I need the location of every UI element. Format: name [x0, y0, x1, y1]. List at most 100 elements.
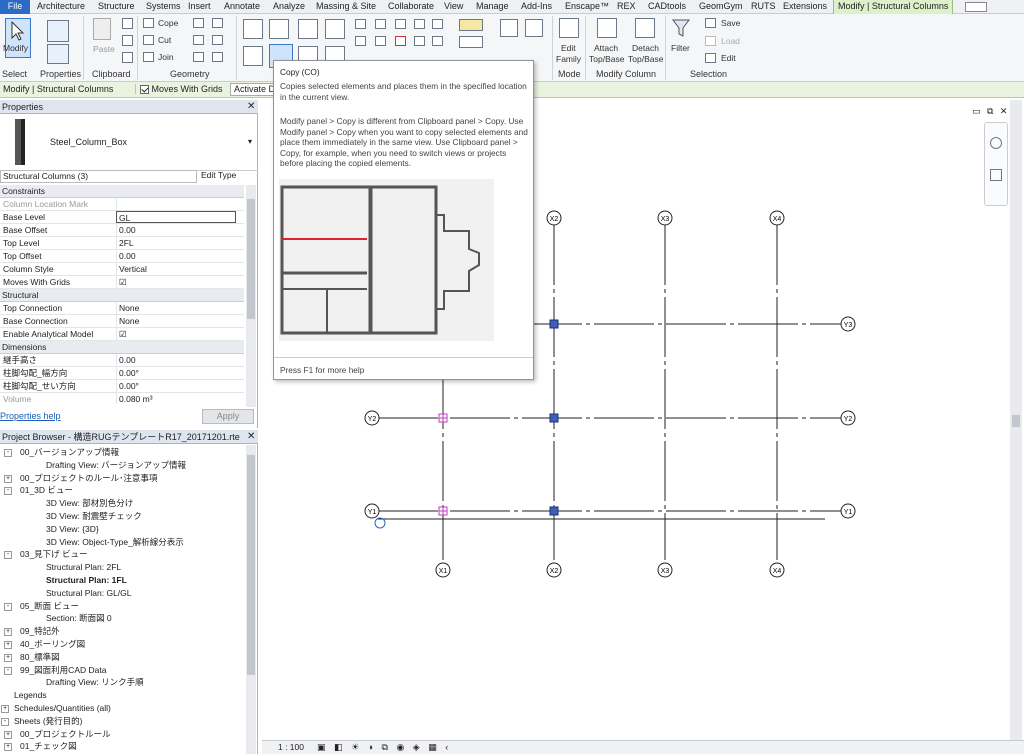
scale-icon[interactable]	[375, 36, 386, 46]
browser-tree-item[interactable]: 00_プロジェクトルール	[20, 729, 111, 740]
tree-toggle-icon[interactable]: +	[4, 730, 12, 739]
property-value[interactable]: None	[116, 302, 236, 314]
view-control-icons[interactable]: ▣ ◧ ☀ ◑ ⧉ ◉ ◈ ▦ ‹	[317, 741, 451, 754]
browser-tree-item[interactable]: 05_断面 ビュー	[20, 601, 79, 612]
property-row[interactable]: Top Offset 0.00	[0, 250, 244, 263]
edit-family-label-2[interactable]: Family	[556, 54, 581, 64]
tab-modify-structural-columns[interactable]: Modify | Structural Columns	[833, 0, 954, 14]
property-row[interactable]: Base Connection None	[0, 315, 244, 328]
edit-selection-label[interactable]: Edit	[721, 53, 736, 63]
split-element-icon[interactable]	[355, 19, 366, 29]
create-parts-icon[interactable]	[432, 19, 443, 29]
browser-tree-item[interactable]: 03_見下げ ビュー	[20, 549, 88, 560]
tab-architecture[interactable]: Architecture	[37, 0, 85, 14]
filter-icon[interactable]	[671, 18, 691, 38]
tree-toggle-icon[interactable]: -	[4, 551, 12, 560]
property-row[interactable]: 柱脚勾配_幅方向 0.00°	[0, 367, 244, 380]
tab-geomgym[interactable]: GeomGym	[699, 0, 743, 14]
property-value[interactable]: 2FL	[116, 237, 236, 249]
tree-toggle-icon[interactable]: +	[4, 628, 12, 637]
moves-with-grids-option[interactable]: Moves With Grids	[135, 84, 223, 95]
paste-icon[interactable]	[93, 18, 111, 40]
mirror-axis-icon[interactable]	[298, 19, 318, 39]
close-icon[interactable]: ✕	[247, 101, 255, 112]
browser-tree-item[interactable]: 3D View: 耐震壁チェック	[46, 511, 142, 522]
browser-tree-item[interactable]: Structural Plan: GL/GL	[46, 588, 132, 599]
filter-label[interactable]: Filter	[671, 43, 690, 53]
remove-paint-icon[interactable]	[212, 52, 223, 62]
attach-label-1[interactable]: Attach	[594, 43, 618, 53]
tree-toggle-icon[interactable]: -	[4, 487, 12, 496]
create-group-icon[interactable]	[414, 19, 425, 29]
mirror-draw-icon[interactable]	[325, 19, 345, 39]
tab-collaborate[interactable]: Collaborate	[388, 0, 434, 14]
property-value[interactable]: ☑	[116, 328, 236, 340]
zoom-region-icon[interactable]	[990, 169, 1002, 181]
tree-toggle-icon[interactable]: +	[4, 743, 12, 752]
property-value[interactable]: 0.00	[116, 224, 236, 236]
array-icon[interactable]	[355, 36, 366, 46]
linear-dimension-icon[interactable]	[459, 19, 483, 31]
tab-cadtools[interactable]: CADtools	[648, 0, 686, 14]
view-window-controls[interactable]: ▭ ⧉ ✕	[972, 106, 1009, 117]
browser-tree-item[interactable]: Structural Plan: 1FL	[46, 575, 127, 586]
tree-toggle-icon[interactable]: -	[4, 666, 12, 675]
tree-toggle-icon[interactable]: -	[4, 449, 12, 457]
offset-icon[interactable]	[269, 19, 289, 39]
tab-structure[interactable]: Structure	[98, 0, 135, 14]
create-similar-icon[interactable]	[500, 19, 518, 37]
browser-tree-item[interactable]: 00_プロジェクトのルール･注意事項	[20, 473, 157, 484]
browser-tree-item[interactable]: Section: 断面図 0	[46, 613, 112, 624]
property-group-header[interactable]: Dimensions	[0, 341, 244, 354]
join-label[interactable]: Join	[158, 52, 174, 62]
edit-type-button[interactable]: Edit Type	[201, 170, 236, 180]
browser-tree-item[interactable]: Drafting View: リンク手順	[46, 677, 144, 688]
property-value[interactable]	[116, 198, 236, 210]
tree-toggle-icon[interactable]: +	[1, 705, 9, 713]
property-row[interactable]: Top Connection None	[0, 302, 244, 315]
browser-tree-item[interactable]: 09_特記外	[20, 626, 60, 637]
property-value[interactable]: 0.00	[116, 250, 236, 262]
copy-clipboard-icon[interactable]	[122, 35, 133, 46]
tree-toggle-icon[interactable]: +	[4, 641, 12, 649]
tab-manage[interactable]: Manage	[476, 0, 509, 14]
browser-tree-item[interactable]: Drafting View: バージョンアップ情報	[46, 460, 186, 471]
cope-label[interactable]: Cope	[158, 18, 178, 28]
property-row[interactable]: 継手高さ 0.00	[0, 354, 244, 367]
property-value[interactable]: None	[116, 315, 236, 327]
save-selection-icon[interactable]	[705, 18, 716, 28]
view-range-icon[interactable]	[525, 19, 543, 37]
property-row[interactable]: Top Level 2FL	[0, 237, 244, 250]
detach-label-1[interactable]: Detach	[632, 43, 659, 53]
cut-clipboard-icon[interactable]	[122, 18, 133, 29]
property-row[interactable]: Column Location Mark	[0, 198, 244, 211]
pin-icon[interactable]	[395, 19, 406, 29]
align-icon[interactable]	[243, 19, 263, 39]
tab-enscape[interactable]: Enscape™	[565, 0, 609, 14]
tab-add-ins[interactable]: Add-Ins	[521, 0, 552, 14]
apply-button[interactable]: Apply	[202, 409, 254, 424]
browser-tree-item[interactable]: 01_チェック図	[20, 741, 77, 752]
selected-column[interactable]	[549, 319, 559, 329]
view-scrollbar[interactable]	[1010, 100, 1022, 740]
close-icon[interactable]: ✕	[247, 431, 255, 442]
property-group-header[interactable]: Structural	[0, 289, 244, 302]
tab-annotate[interactable]: Annotate	[224, 0, 260, 14]
property-row[interactable]: Column Style Vertical	[0, 263, 244, 276]
property-group-header[interactable]: Constraints	[0, 185, 244, 198]
attach-top-base-icon[interactable]	[597, 18, 617, 38]
tree-toggle-icon[interactable]: +	[4, 474, 12, 483]
type-selector[interactable]: Steel_Column_Box ▾	[0, 115, 258, 171]
properties-scrollbar[interactable]	[246, 185, 256, 407]
browser-tree-item[interactable]: Schedules/Quantities (all)	[14, 703, 111, 714]
property-value[interactable]: 0.00	[116, 354, 236, 366]
property-value[interactable]: ☑	[116, 276, 236, 288]
property-value[interactable]: 0.00°	[116, 367, 236, 379]
cut-label[interactable]: Cut	[158, 35, 171, 45]
cut-geometry-icon[interactable]	[143, 35, 154, 45]
view-scale[interactable]: 1 : 100	[278, 741, 304, 754]
save-selection-label[interactable]: Save	[721, 18, 740, 28]
property-row[interactable]: 柱脚勾配_せい方向 0.00°	[0, 380, 244, 393]
tab-analyze[interactable]: Analyze	[273, 0, 305, 14]
browser-tree-item[interactable]: 00_バージョンアップ情報	[20, 447, 119, 458]
